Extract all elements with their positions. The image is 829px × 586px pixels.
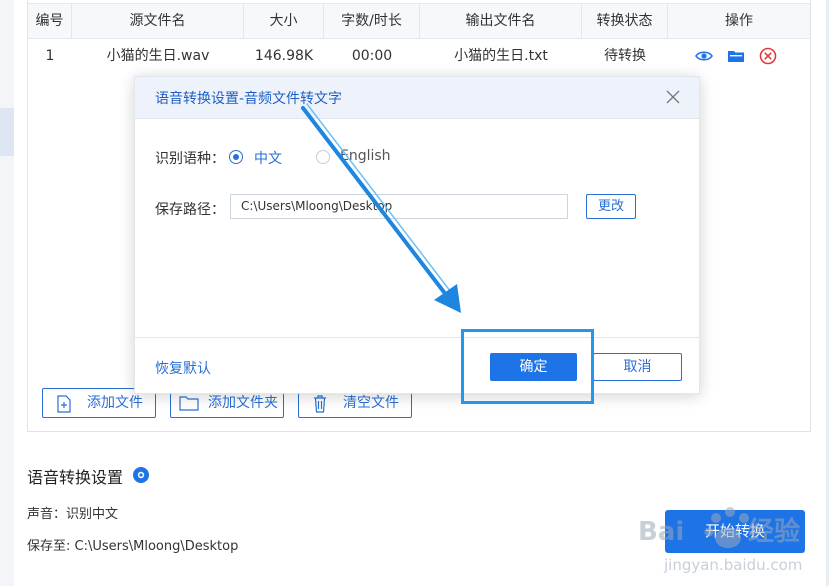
settings-title: 语音转换设置 <box>27 468 124 487</box>
save-path-input[interactable]: C:\Users\Mloong\Desktop <box>230 194 568 219</box>
sidebar-selected-item[interactable] <box>0 108 14 156</box>
change-path-button[interactable]: 更改 <box>586 194 636 219</box>
option-chinese-label[interactable]: 中文 <box>254 148 282 168</box>
voice-info: 声音：识别中文 <box>27 507 119 522</box>
save-path-label: 保存路径： <box>155 202 225 218</box>
svg-text:Bai: Bai <box>638 517 684 547</box>
dialog-title: 语音转换设置-音频文件转文字 <box>155 91 343 107</box>
table-row[interactable]: 1 小猫的生日.wav 146.98K 00:00 小猫的生日.txt 待转换 <box>28 38 810 74</box>
svg-text:jingyan.baidu.com: jingyan.baidu.com <box>663 556 802 574</box>
row-output-name: 小猫的生日.txt <box>454 48 548 64</box>
col-output-header: 输出文件名 <box>420 4 582 38</box>
restore-default-link[interactable]: 恢复默认 <box>155 358 211 378</box>
add-file-icon <box>57 395 71 413</box>
trash-icon <box>314 395 326 413</box>
col-status-header: 转换状态 <box>582 4 668 38</box>
delete-circle-icon[interactable] <box>759 47 777 65</box>
baidu-watermark-logo: Bai 经验 jingyan.baidu.com <box>638 507 802 574</box>
col-size-header: 大小 <box>244 4 324 38</box>
col-source-header: 源文件名 <box>72 4 244 38</box>
col-ops-header: 操作 <box>725 13 753 29</box>
col-duration-header: 字数/时长 <box>324 4 420 38</box>
table-header: 编号 源文件名 大小 字数/时长 输出文件名 转换状态 操作 <box>28 3 810 39</box>
save-path-info: 保存至: C:\Users\Mloong\Desktop <box>27 539 239 554</box>
option-english-label[interactable]: English <box>340 148 391 164</box>
cancel-button[interactable]: 取消 <box>593 353 682 381</box>
radio-english[interactable] <box>316 150 330 164</box>
row-source-name: 小猫的生日.wav <box>106 48 210 64</box>
row-duration: 00:00 <box>351 48 393 64</box>
close-icon[interactable] <box>665 89 681 105</box>
language-label: 识别语种： <box>155 151 225 167</box>
svg-text:经验: 经验 <box>748 516 800 547</box>
annotation-highlight-box <box>461 329 594 404</box>
settings-dialog: 语音转换设置-音频文件转文字 识别语种： 中文 English 保存路径： C:… <box>134 76 700 394</box>
dialog-header: 语音转换设置-音频文件转文字 <box>135 77 699 119</box>
col-index-header: 编号 <box>28 4 72 38</box>
row-index: 1 <box>45 48 55 64</box>
folder-icon[interactable] <box>727 47 745 65</box>
folder-outline-icon <box>179 396 199 411</box>
dialog-divider <box>135 337 699 338</box>
row-status: 待转换 <box>604 48 646 64</box>
eye-icon[interactable] <box>695 47 713 65</box>
row-size: 146.98K <box>254 48 314 64</box>
radio-chinese[interactable] <box>229 150 243 164</box>
left-sidebar-strip <box>0 0 14 586</box>
gear-icon[interactable] <box>131 465 151 485</box>
